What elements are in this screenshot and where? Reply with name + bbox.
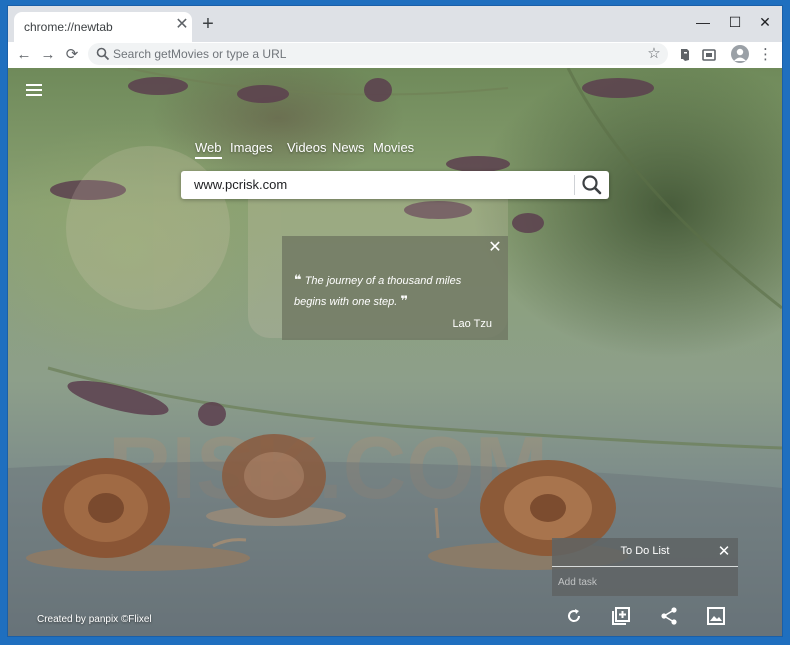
quote-close-mark: ❞ <box>400 293 409 308</box>
share-icon[interactable] <box>659 606 679 626</box>
quote-body: The journey of a thousand miles begins w… <box>294 275 462 308</box>
tab-newtab[interactable]: chrome://newtab ✕ <box>14 12 192 42</box>
menu-bar-bottom <box>26 94 42 96</box>
quote-author: Lao Tzu <box>452 318 492 330</box>
photo-credit: Created by panpix ©Flixel <box>37 614 152 625</box>
close-window-button[interactable]: ✕ <box>752 12 778 32</box>
tab-web[interactable]: Web <box>195 140 222 159</box>
back-button[interactable]: ← <box>14 45 34 65</box>
search-box[interactable]: www.pcrisk.com <box>181 171 609 199</box>
image-icon[interactable] <box>706 606 726 626</box>
search-input[interactable]: www.pcrisk.com <box>194 177 287 192</box>
tab-movies[interactable]: Movies <box>373 140 414 155</box>
todo-divider <box>552 566 738 567</box>
quote-card: ✕ ❝ The journey of a thousand miles begi… <box>282 236 508 340</box>
search-button[interactable] <box>579 173 605 197</box>
browser-window: chrome://newtab ✕ + — ☐ ✕ ← → ⟳ Search g… <box>8 6 782 636</box>
forward-button[interactable]: → <box>38 45 58 65</box>
star-icon[interactable]: ☆ <box>646 45 662 63</box>
quote-close-icon[interactable]: ✕ <box>487 240 503 256</box>
profile-icon[interactable] <box>731 45 749 63</box>
add-task-input[interactable] <box>556 572 736 592</box>
avatar <box>734 48 746 61</box>
add-box-icon[interactable] <box>611 606 631 626</box>
search-divider <box>574 175 575 195</box>
todo-widget: To Do List ✕ <box>552 538 738 596</box>
todo-title: To Do List <box>620 545 670 557</box>
menu-bar-top <box>26 84 42 86</box>
tab-close-icon[interactable]: ✕ <box>174 17 190 33</box>
tab-videos[interactable]: Videos <box>287 140 327 155</box>
search-icon <box>96 47 110 61</box>
tab-title: chrome://newtab <box>24 20 113 34</box>
new-tab-page: RISK.COM Web Images Videos News Movies w… <box>8 68 782 636</box>
quote-text: ❝ The journey of a thousand miles begins… <box>294 270 490 312</box>
menu-icon[interactable] <box>26 84 42 96</box>
evernote-extension-icon[interactable] <box>676 46 694 64</box>
new-tab-button[interactable]: + <box>198 14 218 34</box>
menu-bar-middle <box>26 89 42 91</box>
address-placeholder: Search getMovies or type a URL <box>113 47 287 61</box>
cast-extension-icon[interactable] <box>700 46 718 64</box>
reload-button[interactable]: ⟳ <box>62 45 82 65</box>
minimize-button[interactable]: — <box>690 12 716 32</box>
browser-toolbar: ← → ⟳ Search getMovies or type a URL ☆ ⋮ <box>8 42 782 69</box>
maximize-button[interactable]: ☐ <box>722 12 748 32</box>
todo-close-icon[interactable]: ✕ <box>716 544 732 560</box>
refresh-icon[interactable] <box>564 606 584 626</box>
tab-news[interactable]: News <box>332 140 365 155</box>
tab-strip: chrome://newtab ✕ + — ☐ ✕ <box>8 6 782 42</box>
address-bar[interactable]: Search getMovies or type a URL ☆ <box>88 43 668 65</box>
quote-open-mark: ❝ <box>294 272 302 287</box>
tab-images[interactable]: Images <box>230 140 273 155</box>
browser-menu-button[interactable]: ⋮ <box>758 45 773 65</box>
